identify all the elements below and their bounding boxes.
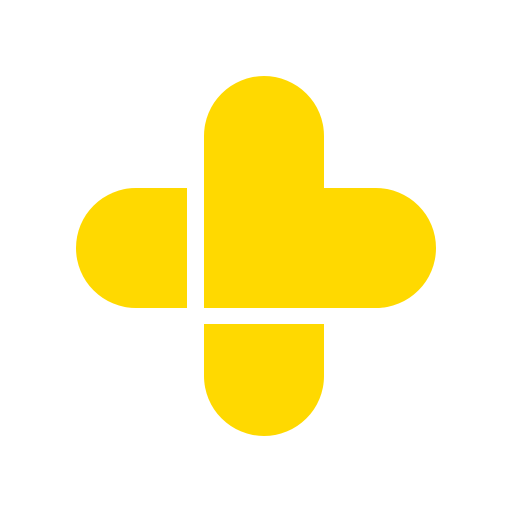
logo-left-piece [76, 188, 187, 308]
logo-bottom-piece [204, 324, 324, 436]
cross-logo-icon [76, 76, 436, 436]
logo-canvas [0, 0, 512, 512]
logo-top-right-piece [204, 76, 436, 308]
